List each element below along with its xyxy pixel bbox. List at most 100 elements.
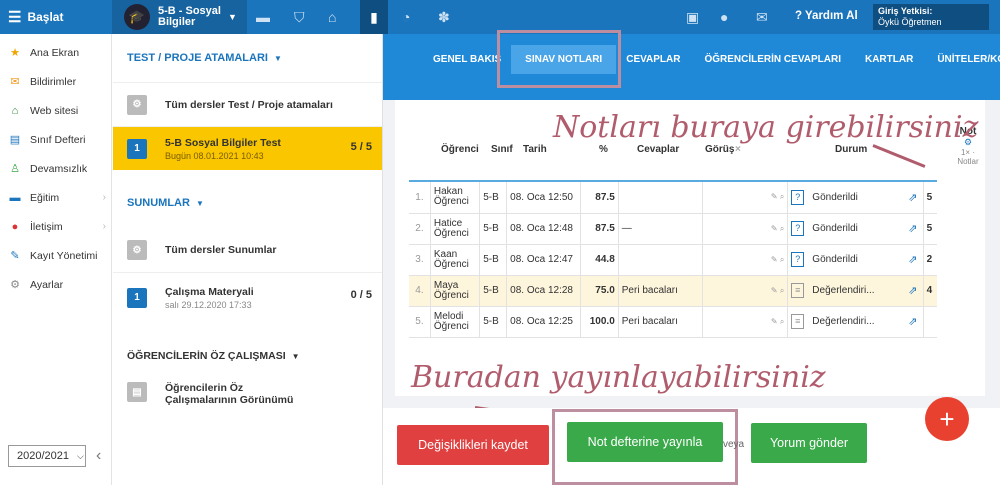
grade-input[interactable]: 5: [923, 182, 937, 214]
question-icon: ?: [791, 221, 805, 236]
notebook-icon: ▤: [9, 134, 21, 146]
tab-exam-grades[interactable]: SINAV NOTLARI: [511, 44, 617, 74]
table-row[interactable]: 4. Maya Öğrenci 5-B 08. Oca 12:28 75.0 Peri ba…: [409, 275, 937, 307]
book-icon: ▤: [127, 382, 147, 402]
comment-field[interactable]: ✎ ⌕: [702, 182, 789, 214]
table-row[interactable]: 3. Kaan Öğrenci 5-B 08. Oca 12:47 44.8 ✎ ⌕? Gön…: [409, 244, 937, 276]
pencil-icon: ✎: [770, 192, 780, 202]
self-study-header[interactable]: ÖĞRENCİLERİN ÖZ ÇALIŞMASI ▼: [113, 322, 382, 380]
presentation-item[interactable]: 1 Çalışma Materyali salı 29.12.2020 17:33…: [113, 272, 382, 322]
all-tests-item[interactable]: ⚙ Tüm dersler Test / Proje atamaları: [113, 82, 382, 126]
chevron-right-icon: ›: [102, 192, 106, 203]
tests-header[interactable]: TEST / PROJE ATAMALARI ▼: [113, 34, 382, 82]
class-selector[interactable]: 🎓 5-B - Sosyal Bilgiler ▼: [112, 0, 247, 34]
external-link-icon[interactable]: ⇗: [908, 254, 917, 266]
grade-input[interactable]: 4: [923, 275, 937, 307]
attachment-icon: ⌕: [779, 316, 785, 326]
year-select[interactable]: 2020/2021 ⌵: [8, 445, 86, 467]
table-row[interactable]: 1. Hakan Öğrenci 5-B 08. Oca 12:50 87.5 ✎ ⌕? Gö…: [409, 182, 937, 214]
gear-icon: ⚙: [127, 94, 147, 115]
sidebar-item-classbook[interactable]: ▤ Sınıf Defteri: [0, 125, 111, 154]
save-changes-button[interactable]: Değişiklikleri kaydet: [397, 425, 549, 465]
external-link-icon[interactable]: ⇗: [908, 316, 917, 328]
test-number-icon: 1: [127, 138, 147, 159]
comment-field[interactable]: ✎ ⌕: [702, 213, 789, 245]
sidebar-item-home[interactable]: ★ Ana Ekran: [0, 38, 111, 67]
assignments-panel: TEST / PROJE ATAMALARI ▼ ⚙ Tüm dersler Tes…: [113, 34, 383, 485]
envelope-icon[interactable]: ✉: [756, 9, 768, 26]
self-study-item[interactable]: ▤ Öğrencilerin Öz Çalışmalarının Görünümü: [113, 380, 382, 424]
walking-kids-icon[interactable]: ✽: [438, 9, 450, 26]
pencil-icon: ✎: [770, 223, 780, 233]
document-icon: ≡: [791, 314, 805, 329]
comment-field[interactable]: ✎ ⌕: [702, 306, 789, 338]
question-icon: ?: [791, 252, 805, 267]
speedometer-icon[interactable]: ◔: [402, 9, 410, 25]
external-link-icon[interactable]: ⇗: [908, 223, 917, 235]
shield-icon[interactable]: ⛉: [294, 9, 305, 26]
tab-units[interactable]: ÜNİTELER/KONUL: [937, 54, 1000, 65]
tab-bar: GENEL BAKIŞ SINAV NOTLARI CEVAPLAR ÖĞREN…: [383, 34, 1000, 84]
sidebar-item-settings[interactable]: ⚙ Ayarlar: [0, 270, 111, 299]
test-item-selected[interactable]: 1 5-B Sosyal Bilgiler Test Bugün 08.01.20…: [113, 126, 382, 170]
pencil-icon: ✎: [770, 316, 780, 326]
table-header: Öğrenci Sınıf Tarih % Cevaplar Görüş × D…: [441, 144, 868, 155]
grade-input[interactable]: [923, 306, 937, 338]
external-link-icon[interactable]: ⇗: [908, 192, 917, 204]
gear-icon: ⚙: [127, 240, 147, 260]
table-row[interactable]: 2. Hatice Öğrenci 5-B 08. Oca 12:48 87.5— ✎ ⌕?…: [409, 213, 937, 245]
tab-answers[interactable]: CEVAPLAR: [626, 54, 680, 65]
sidebar-item-website[interactable]: ⌂ Web sitesi: [0, 96, 111, 125]
grade-input[interactable]: 2: [923, 244, 937, 276]
pencil-icon: ✎: [770, 254, 780, 264]
add-button[interactable]: +: [925, 397, 969, 441]
main-content: GENEL BAKIŞ SINAV NOTLARI CEVAPLAR ÖĞREN…: [383, 30, 1000, 485]
caret-down-icon: ▼: [273, 53, 282, 63]
star-icon: ★: [10, 47, 20, 59]
chart-icon[interactable]: ▮: [360, 0, 388, 34]
tab-student-answers[interactable]: ÖĞRENCİLERİN CEVAPLARI: [704, 54, 841, 65]
collapse-sidebar-icon[interactable]: ‹: [96, 447, 101, 465]
close-icon[interactable]: ×: [735, 144, 741, 155]
chevron-down-icon: ⌵: [77, 450, 84, 461]
tab-overview[interactable]: GENEL BAKIŞ: [433, 54, 501, 65]
start-menu-button[interactable]: ☰ Başlat: [0, 0, 112, 34]
chat-icon: ●: [11, 220, 19, 233]
sidebar-item-attendance[interactable]: ♙ Devamsızlık: [0, 154, 111, 183]
table-row[interactable]: 5. Melodi Öğrenci 5-B 08. Oca 12:25 100.0 Peri…: [409, 306, 937, 338]
user-icon: ♙: [10, 163, 20, 175]
send-comment-button[interactable]: Yorum gönder: [751, 423, 867, 463]
external-link-icon[interactable]: ⇗: [908, 285, 917, 297]
sidebar-item-registration[interactable]: ✎ Kayıt Yönetimi: [0, 241, 111, 270]
publish-to-gradebook-button[interactable]: Not defterine yayınla: [567, 422, 723, 462]
top-bar: ☰ Başlat 🎓 5-B - Sosyal Bilgiler ▼ ▬ ⛉ ⌂ …: [0, 0, 1000, 34]
sidebar-item-notifications[interactable]: ✉ Bildirimler: [0, 67, 111, 96]
comment-field[interactable]: ✎ ⌕: [702, 275, 789, 307]
login-box[interactable]: Giriş Yetkisi: Öykü Öğretmen: [873, 4, 989, 30]
annotation-publish: Buradan yayınlayabilirsiniz: [411, 360, 826, 395]
presentation-number-icon: 1: [127, 287, 147, 308]
briefcase-icon[interactable]: ▬: [256, 9, 270, 25]
sidebar-item-education[interactable]: ▬ Eğitim ›: [0, 183, 111, 212]
question-icon: ?: [795, 10, 806, 22]
caret-down-icon: ▼: [291, 351, 300, 361]
sidebar-item-communication[interactable]: ● İletişim ›: [0, 212, 111, 241]
attachment-icon: ⌕: [779, 254, 785, 264]
graduation-cap-icon: 🎓: [124, 4, 150, 30]
pencil-icon: ✎: [770, 285, 780, 295]
briefcase-icon: ▬: [9, 191, 21, 204]
sidebar: ★ Ana Ekran ✉ Bildirimler ⌂ Web sitesi ▤ Sın…: [0, 34, 112, 485]
caret-down-icon: ▼: [228, 12, 237, 22]
comment-field[interactable]: ✎ ⌕: [702, 244, 789, 276]
caret-down-icon: ▼: [195, 198, 204, 208]
help-link[interactable]: ? Yardım Al: [795, 10, 858, 22]
all-presentations-item[interactable]: ⚙ Tüm dersler Sunumlar: [113, 228, 382, 272]
tab-cards[interactable]: KARTLAR: [865, 54, 913, 65]
chat-bubble-icon[interactable]: ●: [720, 9, 728, 25]
mail-icon: ✉: [10, 76, 20, 88]
institution-icon[interactable]: ⌂: [328, 9, 336, 25]
presentations-header[interactable]: SUNUMLAR ▼: [113, 170, 382, 228]
grade-input[interactable]: 5: [923, 213, 937, 245]
screen-share-icon[interactable]: ▣: [686, 9, 699, 26]
presentation-count: 0 / 5: [350, 289, 372, 301]
